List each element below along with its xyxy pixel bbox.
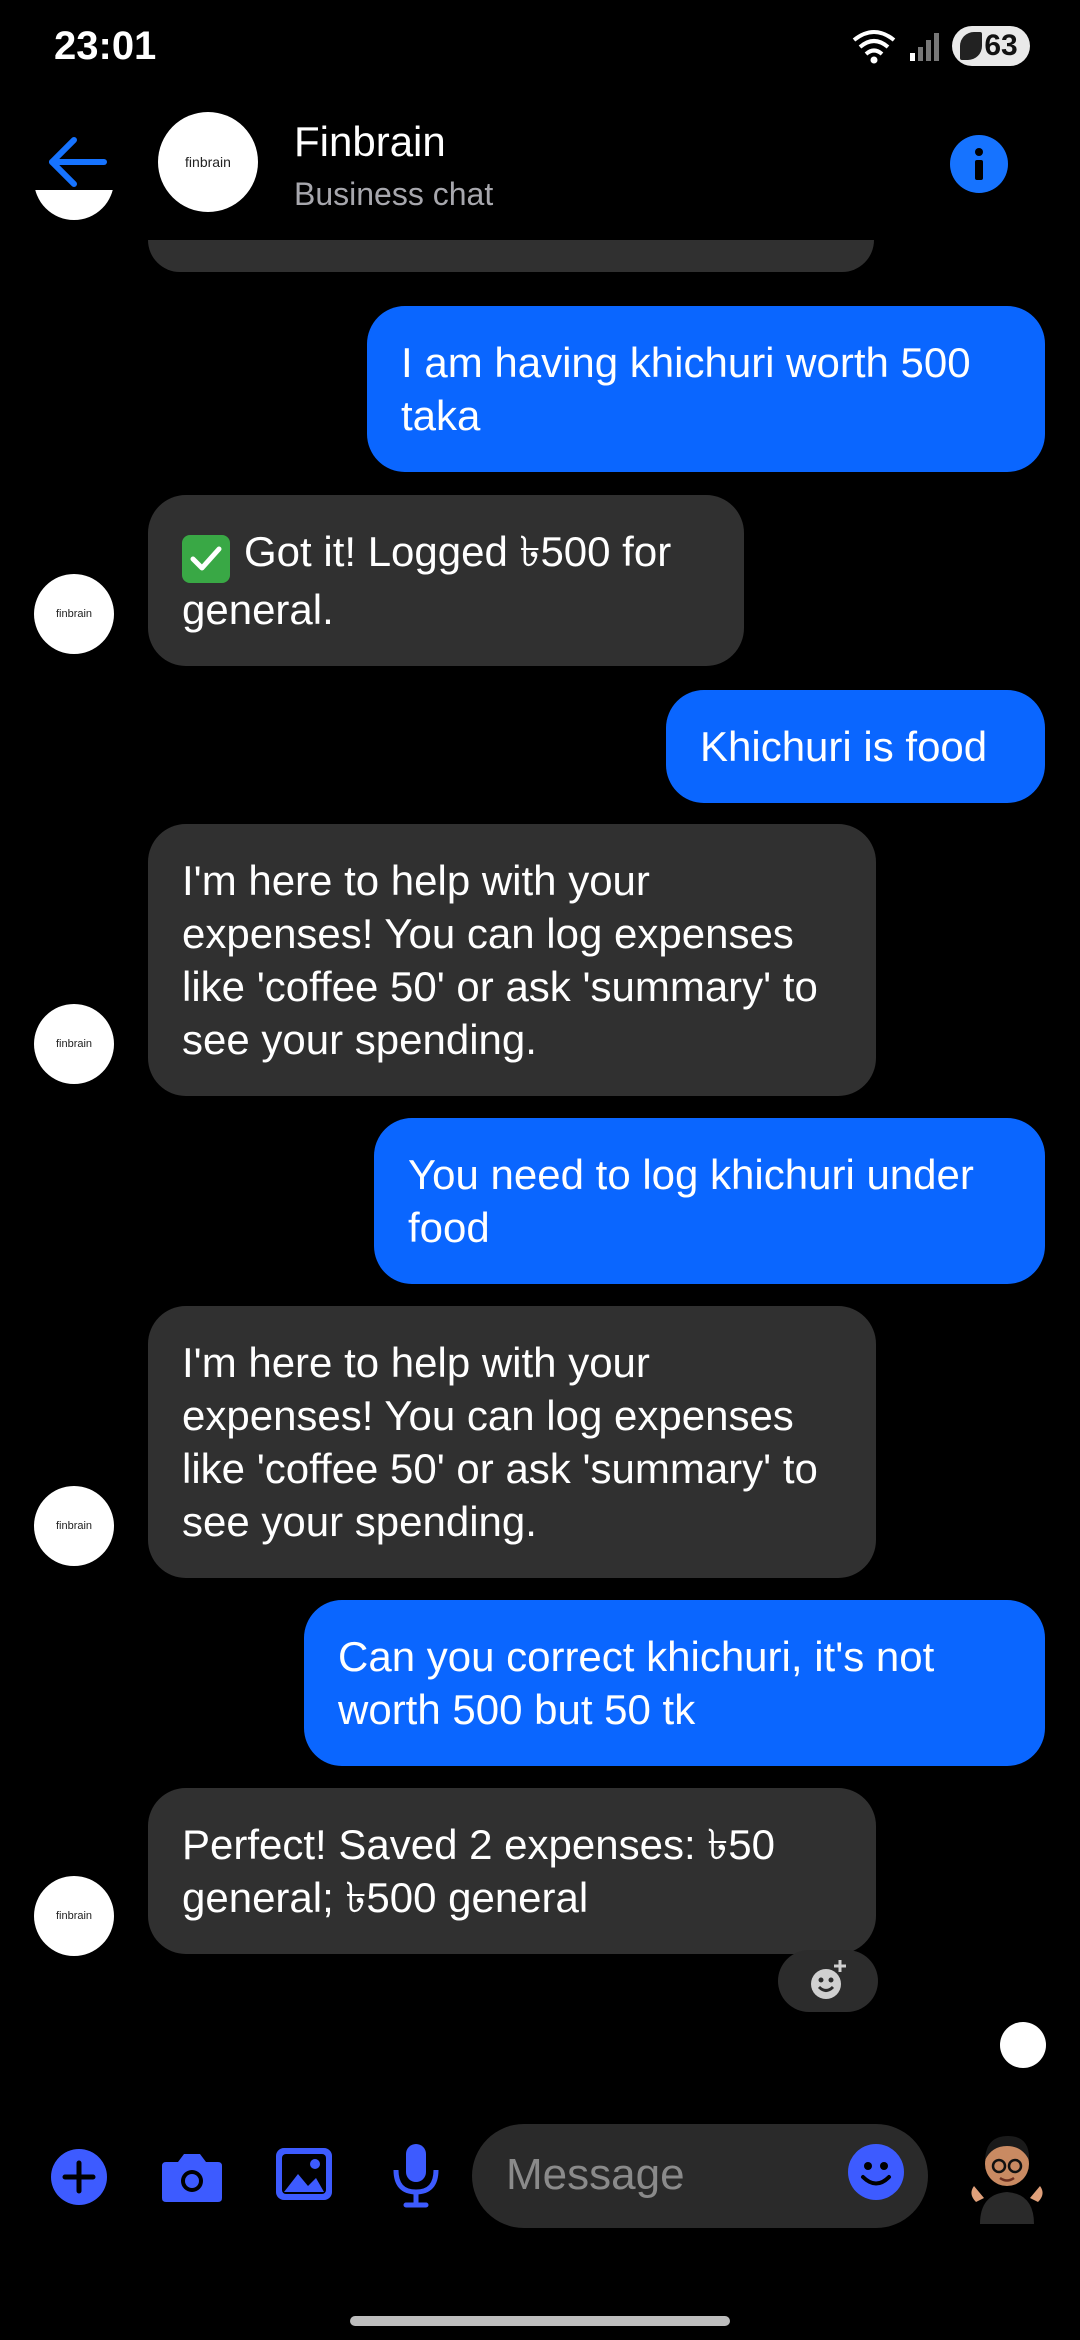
bot-avatar[interactable]: finbrain [34,1486,114,1566]
message-bubble-incoming[interactable]: Got it! Logged ৳500 for general. [148,495,744,666]
info-button[interactable] [950,135,1008,193]
camera-icon [162,2154,222,2202]
message-bubble-outgoing[interactable]: You need to log khichuri under food [374,1118,1045,1284]
contact-subtitle: Business chat [294,176,494,212]
info-icon [975,148,983,180]
image-icon [276,2148,332,2200]
emoji-button[interactable] [848,2144,904,2200]
avatar-sticker-icon [971,2136,1043,2224]
add-reaction-icon [811,1960,846,1999]
message-bubble-outgoing[interactable]: I am having khichuri worth 500 taka [367,306,1045,472]
message-bubble-incoming[interactable]: I'm here to help with your expenses! You… [148,1306,876,1578]
message-bubble-incoming[interactable]: I'm here to help with your expenses! You… [148,824,876,1096]
message-bubble-incoming[interactable]: Perfect! Saved 2 expenses: ৳50 general; … [148,1788,876,1954]
microphone-icon [393,2144,439,2208]
status-time: 23:01 [54,24,157,68]
back-arrow-icon[interactable] [46,136,108,188]
message-bubble-outgoing[interactable]: Can you correct khichuri, it's not worth… [304,1600,1045,1766]
bot-avatar[interactable]: finbrain [34,1876,114,1956]
message-input-placeholder[interactable]: Message [506,2150,685,2200]
battery-indicator: 63 [952,26,1030,66]
signal-icon [910,33,939,61]
contact-name[interactable]: Finbrain [294,118,446,166]
status-icons: 63 [850,26,1030,66]
contact-avatar[interactable]: finbrain [158,112,258,212]
battery-saver-icon [960,32,982,60]
plus-button[interactable] [50,2148,108,2211]
message-bubble-incoming-clipped [148,240,874,272]
avatar-sticker-button[interactable] [960,2128,1054,2229]
message-bubble-outgoing[interactable]: Khichuri is food [666,690,1045,803]
gallery-button[interactable] [274,2146,334,2207]
home-indicator[interactable] [350,2316,730,2326]
bot-avatar[interactable]: finbrain [34,1004,114,1084]
battery-level: 63 [984,29,1018,62]
add-reaction-button[interactable] [778,1950,878,2012]
camera-button[interactable] [160,2148,224,2209]
wifi-icon [852,30,896,64]
bot-avatar[interactable]: finbrain [34,574,114,654]
seen-indicator-avatar [1000,2022,1046,2068]
voice-button[interactable] [390,2142,442,2213]
smiley-icon [861,2162,891,2186]
plus-circle-icon [51,2149,107,2205]
check-mark-button-icon [182,535,230,583]
message-text: Got it! Logged ৳500 for general. [182,528,672,633]
